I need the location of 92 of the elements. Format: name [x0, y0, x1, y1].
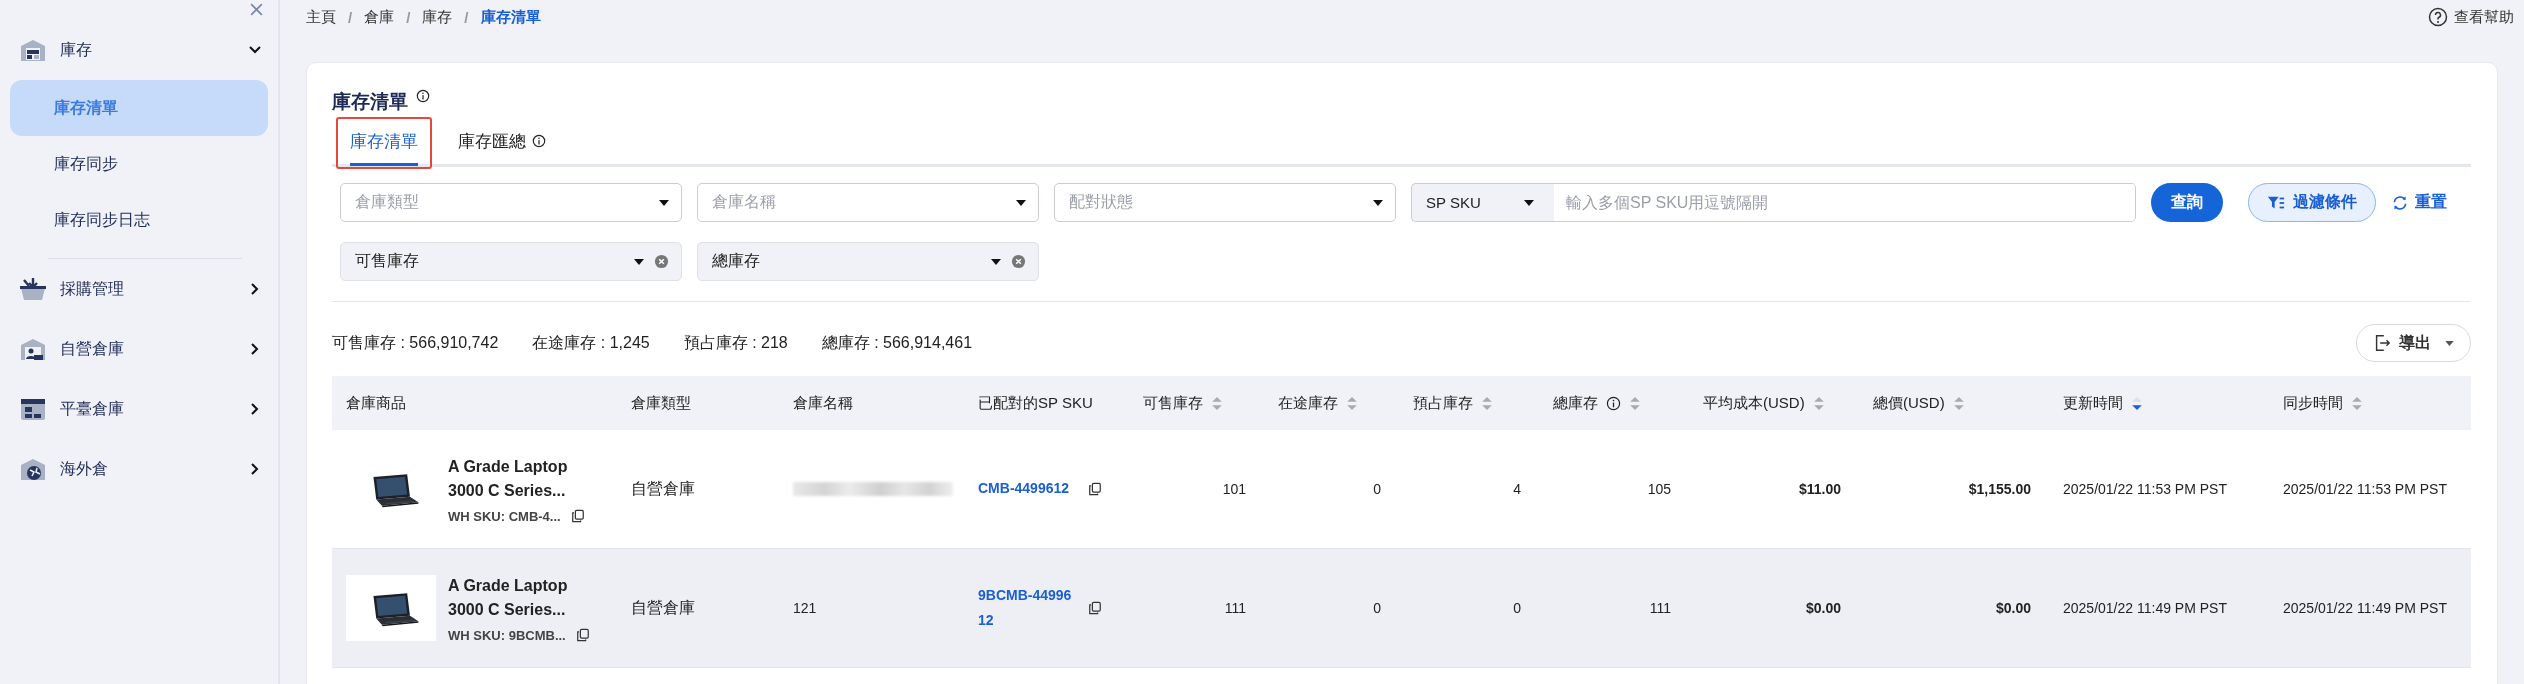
- table-cell: 101: [1222, 481, 1246, 497]
- column-header: 同步時間: [2283, 393, 2343, 413]
- table-cell: 2025/01/22 11:49 PM PST: [2063, 600, 2227, 616]
- column-header: 倉庫類型: [631, 393, 691, 413]
- table-cell: $0.00: [1995, 600, 2031, 616]
- copy-icon[interactable]: [575, 628, 590, 642]
- nav-group[interactable]: 平臺倉庫: [10, 379, 268, 439]
- basket-icon: [20, 277, 46, 301]
- page-title: 庫存清單: [332, 90, 408, 114]
- table-cell: 2025/01/22 11:53 PM PST: [2063, 481, 2227, 497]
- table-row[interactable]: A Grade Laptop 3000 C Series... WH SKU: 9BCMB... 自營倉庫 121 9BCMB-4499612 111 0 0 111 $0.00 $0.00 2025/01/22 11:49 PM PST 2025/01/22 11:49 PM PST: [332, 549, 2471, 668]
- wh-sku: WH SKU: 9BCMB...: [448, 627, 566, 643]
- column-header: 倉庫名稱: [793, 393, 853, 413]
- nav-group[interactable]: 庫存: [10, 20, 268, 80]
- nav-group[interactable]: 海外倉: [10, 439, 268, 499]
- info-icon[interactable]: [1606, 395, 1621, 411]
- table-cell: $0.00: [1805, 600, 1841, 616]
- column-header: 倉庫商品: [346, 393, 406, 413]
- summary-stat: 可售庫存 : 566,910,742: [332, 332, 499, 353]
- wh-sku: WH SKU: CMB-4...: [448, 508, 561, 524]
- sku-link[interactable]: CMB-4499612: [978, 476, 1078, 502]
- table-cell: 2025/01/22 11:49 PM PST: [2283, 600, 2447, 616]
- export-icon: [2373, 334, 2391, 352]
- column-header: 在途庫存: [1278, 393, 1338, 413]
- dropdown-field[interactable]: 可售庫存: [340, 242, 682, 281]
- caret-icon: [991, 258, 1001, 265]
- column-header: 可售庫存: [1143, 393, 1203, 413]
- nav-group[interactable]: 採購管理: [10, 259, 268, 319]
- tab[interactable]: 庫存匯總: [458, 119, 526, 166]
- column-header: 更新時間: [2063, 393, 2123, 413]
- table-cell: 0: [1373, 481, 1381, 497]
- column-header: 總價(USD): [1873, 393, 1945, 413]
- caret-icon: [1373, 199, 1383, 206]
- tab[interactable]: 庫存清單: [350, 119, 418, 166]
- column-header: 預占庫存: [1413, 393, 1473, 413]
- table-cell: 2025/01/22 11:53 PM PST: [2283, 481, 2447, 497]
- breadcrumb-item[interactable]: 庫存: [422, 7, 453, 27]
- breadcrumb-separator: /: [464, 8, 469, 26]
- sort-icon[interactable]: [2131, 394, 2143, 412]
- breadcrumb-separator: /: [406, 8, 411, 26]
- help-icon: [2428, 7, 2448, 27]
- breadcrumb-separator: /: [348, 8, 353, 26]
- close-icon[interactable]: [249, 2, 264, 17]
- sku-link[interactable]: 9BCMB-4499612: [978, 582, 1078, 634]
- table-cell: 0: [1373, 600, 1381, 616]
- product-name[interactable]: A Grade Laptop 3000 C Series...: [448, 454, 598, 503]
- caret-icon: [634, 258, 644, 265]
- table-cell: 121: [793, 600, 817, 616]
- table-cell: 4: [1513, 481, 1521, 497]
- table-cell-text: 自營倉庫: [631, 597, 695, 618]
- caret-icon: [2445, 340, 2454, 346]
- table-cell-text: 自營倉庫: [631, 478, 695, 499]
- summary-stat: 總庫存 : 566,914,461: [821, 332, 973, 353]
- caret-icon: [1016, 199, 1026, 206]
- warehouse-person-icon: [20, 337, 46, 361]
- refresh-icon: [2391, 194, 2409, 211]
- summary-stat: 在途庫存 : 1,245: [532, 332, 650, 353]
- summary-stat: 預占庫存 : 218: [683, 332, 788, 353]
- table-cell: 111: [1649, 600, 1671, 616]
- caret-icon: [659, 199, 669, 206]
- filter-button[interactable]: 過濾條件: [2248, 183, 2376, 222]
- filter-icon: [2267, 194, 2285, 211]
- column-header: 平均成本(USD): [1703, 393, 1805, 413]
- nav-item[interactable]: 庫存同步: [10, 136, 268, 192]
- column-header: 已配對的SP SKU: [978, 393, 1093, 413]
- export-button[interactable]: 導出: [2356, 324, 2471, 362]
- product-name[interactable]: A Grade Laptop 3000 C Series...: [448, 573, 598, 622]
- column-header: 總庫存: [1553, 393, 1598, 413]
- clear-icon[interactable]: [654, 254, 669, 269]
- table-cell: $11.00: [1798, 481, 1841, 497]
- search-button[interactable]: 查詢: [2151, 183, 2223, 222]
- table-cell: $1,155.00: [1968, 481, 2031, 497]
- help-link[interactable]: 查看幫助: [2428, 7, 2514, 27]
- copy-icon[interactable]: [1088, 482, 1102, 496]
- info-icon[interactable]: [532, 133, 546, 148]
- window-icon: [20, 397, 46, 421]
- dropdown-field[interactable]: 總庫存: [697, 242, 1039, 281]
- reset-button[interactable]: 重置: [2391, 183, 2447, 222]
- breadcrumb-item: 庫存清單: [480, 7, 541, 27]
- table-cell: 0: [1513, 600, 1521, 616]
- clear-icon[interactable]: [1011, 254, 1026, 269]
- table-cell: 111: [1224, 600, 1246, 616]
- copy-icon[interactable]: [1088, 601, 1102, 615]
- breadcrumb-item[interactable]: 倉庫: [364, 7, 395, 27]
- breadcrumb-item[interactable]: 主頁: [306, 7, 336, 27]
- table-cell: 105: [1647, 481, 1671, 497]
- info-icon[interactable]: [416, 89, 430, 103]
- warehouse-globe-icon: [20, 457, 46, 481]
- copy-icon[interactable]: [570, 509, 585, 523]
- warehouse-icon: [20, 38, 46, 62]
- nav-group[interactable]: 自營倉庫: [10, 319, 268, 379]
- nav-item[interactable]: 庫存同步日志: [10, 192, 268, 248]
